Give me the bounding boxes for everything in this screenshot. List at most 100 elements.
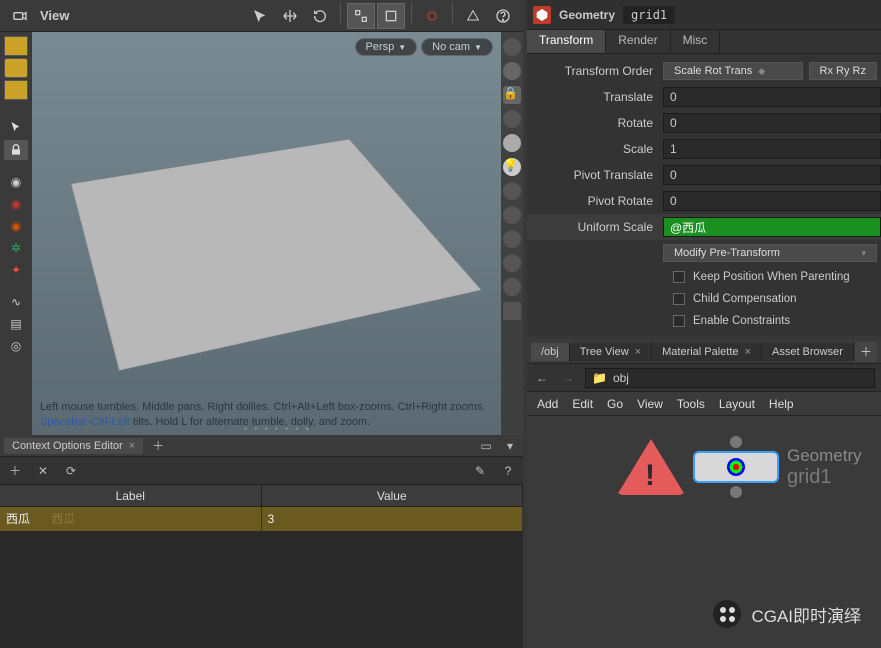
menu-help[interactable]: Help xyxy=(769,397,794,411)
node-geom-icon xyxy=(727,458,745,476)
modify-pre-transform-dropdown[interactable]: Modify Pre-Transform▾ xyxy=(663,244,877,262)
node-input-dot[interactable] xyxy=(730,436,742,448)
label-column-header[interactable]: Label xyxy=(0,485,262,506)
pivot-rotate-field[interactable]: 0 xyxy=(663,191,881,211)
display-bulb-icon[interactable]: 💡 xyxy=(503,158,521,176)
stack-icon[interactable]: ▤ xyxy=(4,314,28,334)
option-label-cell[interactable]: 西瓜 西瓜 xyxy=(0,507,262,531)
transform-order-label: Transform Order xyxy=(527,64,663,78)
option-value-cell[interactable]: 3 xyxy=(262,507,524,531)
context-options-tab[interactable]: Context Options Editor × xyxy=(4,438,143,454)
snap-toggle-icon[interactable] xyxy=(347,3,375,29)
record-icon[interactable] xyxy=(418,3,446,29)
tab-misc[interactable]: Misc xyxy=(671,30,721,53)
path-input[interactable]: 📁 obj xyxy=(585,368,875,388)
tab-render[interactable]: Render xyxy=(606,30,670,53)
close-icon[interactable]: × xyxy=(745,346,751,358)
camera-dropdown[interactable]: No cam▼ xyxy=(421,38,493,56)
node-name-field[interactable]: grid1 xyxy=(623,6,675,24)
orange-light-icon[interactable]: ◉ xyxy=(4,216,28,236)
tree-icon[interactable]: ✲ xyxy=(4,238,28,258)
curve-icon[interactable]: ∿ xyxy=(4,292,28,312)
network-canvas[interactable]: Geometry grid1 CGAI即时演绎 xyxy=(527,416,881,648)
rotate-label: Rotate xyxy=(527,116,663,130)
display-lock-icon[interactable]: 🔒 xyxy=(503,86,521,104)
pointer-tool-icon[interactable] xyxy=(4,118,28,138)
tab-transform[interactable]: Transform xyxy=(527,30,606,53)
uniform-scale-field[interactable]: @西瓜 xyxy=(663,217,881,237)
transform-order-dropdown[interactable]: Scale Rot Trans◆ xyxy=(663,62,803,80)
lock-tool-icon[interactable] xyxy=(4,140,28,160)
network-tab-tree-view[interactable]: Tree View× xyxy=(570,343,652,361)
network-tab-asset-browser[interactable]: Asset Browser xyxy=(762,343,854,361)
node-type-text: Geometry xyxy=(787,446,862,466)
rotate-icon[interactable] xyxy=(306,3,334,29)
display-ghost-icon[interactable] xyxy=(503,110,521,128)
child-compensation-checkbox[interactable] xyxy=(673,293,685,305)
delete-option-icon[interactable]: ✕ xyxy=(34,462,52,480)
menu-view[interactable]: View xyxy=(637,397,663,411)
persp-dropdown[interactable]: Persp▼ xyxy=(355,38,418,56)
display-shaded-icon[interactable] xyxy=(503,38,521,56)
pivot-translate-field[interactable]: 0 xyxy=(663,165,881,185)
refresh-icon[interactable]: ⟳ xyxy=(62,462,80,480)
display-sun-icon[interactable] xyxy=(503,182,521,200)
particles-icon[interactable]: ✦ xyxy=(4,260,28,280)
display-light-icon[interactable] xyxy=(503,134,521,152)
rotation-order-dropdown[interactable]: Rx Ry Rz xyxy=(809,62,877,80)
shelf-sphere-icon[interactable] xyxy=(4,58,28,78)
scale-field[interactable]: 1 xyxy=(663,139,881,159)
display-curve-icon[interactable] xyxy=(503,302,521,320)
window-icon[interactable]: ▭ xyxy=(477,437,495,455)
move-icon[interactable] xyxy=(276,3,304,29)
close-icon[interactable]: × xyxy=(129,440,135,452)
chevron-down-icon[interactable]: ▾ xyxy=(501,437,519,455)
display-mat-icon[interactable] xyxy=(503,230,521,248)
display-bg-icon[interactable] xyxy=(503,278,521,296)
wechat-icon xyxy=(720,607,735,622)
close-icon[interactable]: × xyxy=(635,346,641,358)
edit-icon[interactable]: ✎ xyxy=(471,462,489,480)
add-pane-icon[interactable]: ＋ xyxy=(855,342,877,362)
display-env-icon[interactable] xyxy=(503,206,521,224)
node-output-dot[interactable] xyxy=(730,486,742,498)
shelf-tube-icon[interactable] xyxy=(4,80,28,100)
translate-field[interactable]: 0 xyxy=(663,87,881,107)
network-tab-obj[interactable]: /obj xyxy=(531,343,570,361)
grid-plane xyxy=(71,139,481,370)
persp-ortho-icon[interactable] xyxy=(459,3,487,29)
help-icon[interactable]: ? xyxy=(499,462,517,480)
menu-edit[interactable]: Edit xyxy=(572,397,593,411)
display-grid-icon[interactable] xyxy=(503,254,521,272)
keep-position-checkbox[interactable] xyxy=(673,271,685,283)
menu-add[interactable]: Add xyxy=(537,397,558,411)
menu-layout[interactable]: Layout xyxy=(719,397,755,411)
hint-link: Spacebar-Ctrl-Left xyxy=(40,416,130,428)
add-tab-icon[interactable]: ＋ xyxy=(149,437,167,455)
red-light-icon[interactable]: ◉ xyxy=(4,194,28,214)
enable-constraints-label: Enable Constraints xyxy=(693,315,790,327)
shelf-box-icon[interactable] xyxy=(4,36,28,56)
rotate-field[interactable]: 0 xyxy=(663,113,881,133)
add-option-icon[interactable]: ＋ xyxy=(6,462,24,480)
folder-icon: 📁 xyxy=(592,371,607,385)
help-icon[interactable] xyxy=(489,3,517,29)
back-icon[interactable]: ← xyxy=(533,369,551,387)
geometry-node[interactable] xyxy=(693,451,779,483)
resize-handle-icon[interactable]: • • • • • • • xyxy=(244,424,311,435)
enable-constraints-checkbox[interactable] xyxy=(673,315,685,327)
table-row[interactable]: 西瓜 西瓜 3 xyxy=(0,507,523,531)
pivot-rotate-label: Pivot Rotate xyxy=(527,194,663,208)
menu-tools[interactable]: Tools xyxy=(677,397,705,411)
network-tab-material-palette[interactable]: Material Palette× xyxy=(652,343,762,361)
grid-toggle-icon[interactable] xyxy=(377,3,405,29)
viewport[interactable]: Persp▼ No cam▼ 🔒 💡 xyxy=(32,32,523,435)
camera-icon[interactable] xyxy=(6,3,34,29)
disc-icon[interactable]: ◎ xyxy=(4,336,28,356)
select-arrow-icon[interactable] xyxy=(246,3,274,29)
forward-icon[interactable]: → xyxy=(559,369,577,387)
display-wire-icon[interactable] xyxy=(503,62,521,80)
value-column-header[interactable]: Value xyxy=(262,485,524,506)
menu-go[interactable]: Go xyxy=(607,397,623,411)
light-icon[interactable]: ◉ xyxy=(4,172,28,192)
